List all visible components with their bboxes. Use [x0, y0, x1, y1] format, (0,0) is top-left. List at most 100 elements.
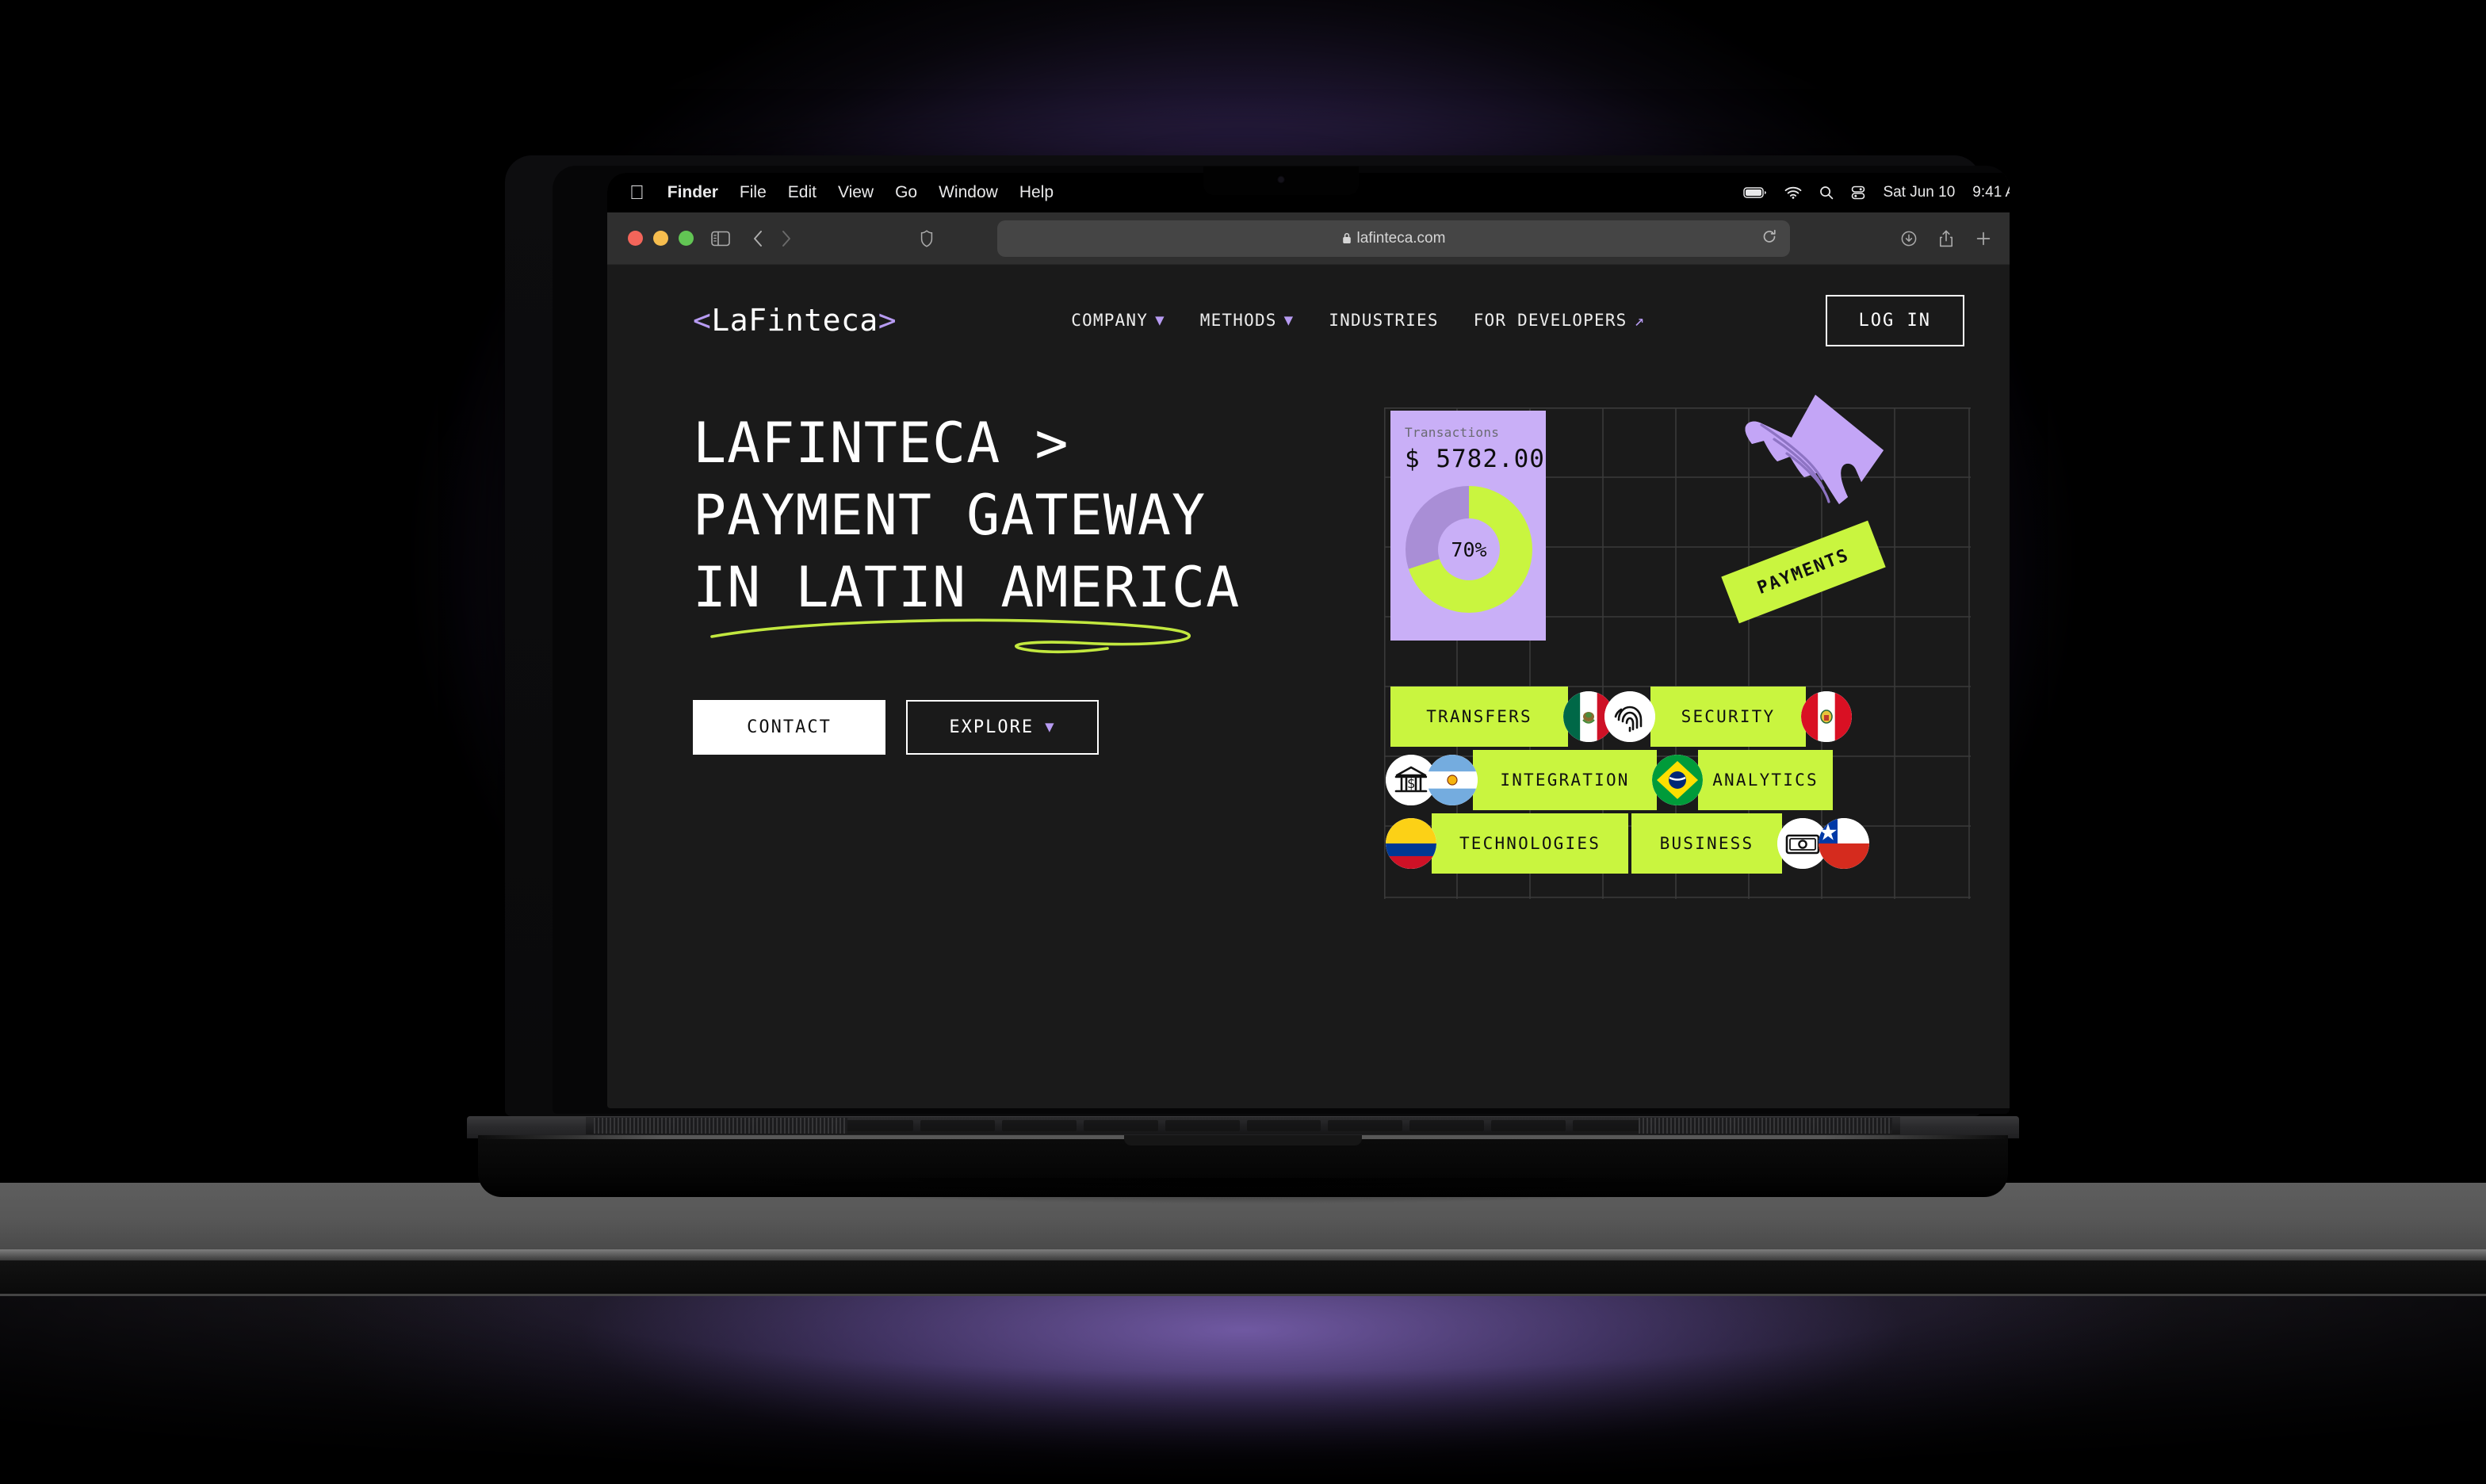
wifi-icon[interactable]: [1784, 186, 1802, 199]
pill-transfers[interactable]: TRANSFERS: [1390, 687, 1568, 747]
search-icon[interactable]: [1819, 186, 1834, 200]
menubar-item-view[interactable]: View: [838, 183, 874, 202]
hero-heading-line-3-wrap: IN LATIN AMERICA: [693, 552, 1241, 654]
feature-row: $ INTEGRATION ANALYTICS: [1386, 750, 1964, 810]
hero-heading: LAFINTECA > PAYMENT GATEWAY IN LATIN AME…: [693, 407, 1343, 654]
contact-button[interactable]: CONTACT: [693, 700, 885, 755]
pointing-hand-icon: [1745, 395, 1884, 504]
login-button[interactable]: LOG IN: [1825, 294, 1964, 346]
close-button[interactable]: [628, 231, 643, 246]
nav-item-for-developers-label: FOR DEVELOPERS: [1473, 311, 1627, 330]
screen:  Finder File Edit View Go Window Help: [607, 173, 2010, 1108]
minimize-button[interactable]: [653, 231, 668, 246]
menubar-item-edit[interactable]: Edit: [788, 183, 817, 202]
apple-logo-icon[interactable]: : [629, 182, 644, 203]
nav-item-company-label: COMPANY: [1071, 311, 1149, 330]
flag-colombia-icon: [1386, 818, 1436, 869]
hero-heading-line-2: PAYMENT GATEWAY: [693, 483, 1207, 548]
flag-chile-icon: [1819, 818, 1869, 869]
control-center-icon[interactable]: [1851, 186, 1865, 200]
nav-item-for-developers[interactable]: FOR DEVELOPERS ↗: [1474, 311, 1646, 330]
donut-chart: 70%: [1406, 486, 1532, 613]
chevron-down-icon: ▼: [1155, 311, 1165, 329]
hero-heading-line-1: LAFINTECA >: [693, 411, 1069, 476]
site-nav-links: COMPANY ▼ METHODS ▼ INDUSTRIES FOR DEVEL…: [1071, 311, 1645, 330]
forward-arrow-icon[interactable]: [781, 230, 792, 247]
menubar-item-finder[interactable]: Finder: [667, 183, 718, 202]
menubar-item-help[interactable]: Help: [1019, 183, 1054, 202]
speaker-grille-left: [594, 1118, 847, 1134]
site-logo[interactable]: <LaFinteca>: [693, 303, 897, 338]
webcam-icon: [1278, 177, 1284, 182]
address-bar[interactable]: lafinteca.com: [997, 220, 1790, 257]
website-page: <LaFinteca> COMPANY ▼ METHODS ▼ INDUSTRI…: [607, 265, 2010, 1108]
address-url: lafinteca.com: [1356, 229, 1446, 247]
maximize-button[interactable]: [679, 231, 694, 246]
donut-percent-label: 70%: [1451, 537, 1487, 561]
laptop-shadow: [419, 1178, 2067, 1249]
nav-item-industries[interactable]: INDUSTRIES: [1329, 311, 1438, 330]
flag-argentina-icon: [1427, 755, 1478, 805]
pill-security[interactable]: SECURITY: [1650, 687, 1806, 747]
hero-illustration: Transactions $ 5782.00 70% PAYMENTS TRAN…: [1384, 395, 1971, 899]
arrow-up-right-icon: ↗: [1634, 310, 1646, 330]
pill-analytics[interactable]: ANALYTICS: [1698, 750, 1833, 810]
lock-icon: [1342, 232, 1352, 244]
glow-reflection-mask: [0, 1296, 2486, 1484]
chevron-down-icon: ▼: [1045, 718, 1056, 736]
fingerprint-icon: [1604, 691, 1655, 742]
laptop:  Finder File Edit View Go Window Help: [419, 155, 2067, 1249]
downloads-icon[interactable]: [1901, 231, 1917, 247]
menubar-item-go[interactable]: Go: [895, 183, 917, 202]
flag-peru-icon: [1801, 691, 1852, 742]
transactions-label: Transactions: [1405, 425, 1500, 440]
hero-section: LAFINTECA > PAYMENT GATEWAY IN LATIN AME…: [607, 395, 2010, 899]
privacy-shield-icon[interactable]: [920, 229, 933, 247]
laptop-bezel:  Finder File Edit View Go Window Help: [553, 166, 2010, 1114]
flag-brazil-icon: [1652, 755, 1703, 805]
nav-item-company[interactable]: COMPANY ▼: [1071, 311, 1165, 330]
pill-technologies[interactable]: TECHNOLOGIES: [1432, 813, 1628, 874]
window-controls: [628, 231, 694, 246]
transactions-amount: $ 5782.00: [1405, 445, 1545, 473]
browser-toolbar: lafinteca.com: [607, 212, 2010, 265]
scene:  Finder File Edit View Go Window Help: [0, 0, 2486, 1484]
laptop-lid:  Finder File Edit View Go Window Help: [505, 155, 2010, 1116]
feature-pill-grid: TRANSFERS SECURITY $ INTEGRATION ANALYTI…: [1386, 687, 1964, 874]
share-icon[interactable]: [1939, 230, 1953, 247]
explore-button[interactable]: EXPLORE ▼: [906, 700, 1099, 755]
menubar-item-window[interactable]: Window: [939, 183, 998, 202]
speaker-grille-right: [1639, 1118, 1892, 1134]
feature-row: TRANSFERS SECURITY: [1390, 687, 1964, 747]
hero-copy: LAFINTECA > PAYMENT GATEWAY IN LATIN AME…: [693, 407, 1343, 899]
logo-close-bracket: >: [878, 303, 897, 338]
site-navbar: <LaFinteca> COMPANY ▼ METHODS ▼ INDUSTRI…: [607, 265, 2010, 376]
pill-integration[interactable]: INTEGRATION: [1473, 750, 1657, 810]
transactions-card: Transactions $ 5782.00 70%: [1390, 411, 1546, 641]
menubar-time[interactable]: 9:41 AM: [1972, 184, 2010, 201]
sidebar-toggle-icon[interactable]: [711, 231, 730, 247]
svg-text:$: $: [1407, 776, 1415, 792]
nav-item-methods[interactable]: METHODS ▼: [1200, 311, 1295, 330]
logo-name: LaFinteca: [711, 303, 878, 338]
menubar-date[interactable]: Sat Jun 10: [1883, 184, 1955, 201]
menubar-item-file[interactable]: File: [740, 183, 767, 202]
feature-row: TECHNOLOGIES BUSINESS: [1386, 813, 1964, 874]
reload-icon[interactable]: [1761, 228, 1777, 248]
nav-item-industries-label: INDUSTRIES: [1329, 311, 1439, 330]
hero-heading-line-3: IN LATIN AMERICA: [693, 555, 1241, 620]
donut-center: 70%: [1438, 518, 1500, 580]
desk-front: [0, 1260, 2486, 1294]
battery-icon[interactable]: [1743, 186, 1767, 199]
chevron-down-icon: ▼: [1283, 311, 1295, 329]
explore-button-label: EXPLORE: [949, 717, 1035, 737]
new-tab-icon[interactable]: [1975, 231, 1991, 247]
logo-open-bracket: <: [693, 303, 712, 338]
laptop-base-notch: [1124, 1135, 1362, 1146]
nav-item-methods-label: METHODS: [1199, 311, 1277, 330]
desk-edge: [0, 1249, 2486, 1260]
back-arrow-icon[interactable]: [752, 230, 763, 247]
underline-swoosh-icon: [710, 618, 1191, 654]
hero-cta-group: CONTACT EXPLORE ▼: [693, 700, 1343, 755]
pill-business[interactable]: BUSINESS: [1631, 813, 1782, 874]
